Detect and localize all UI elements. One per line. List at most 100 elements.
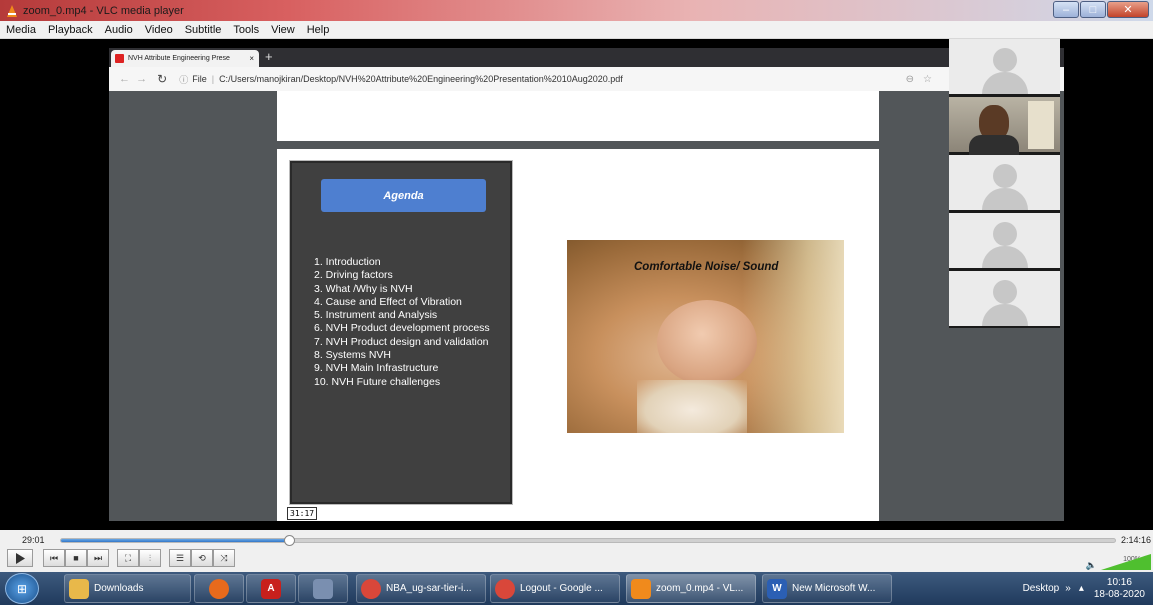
- taskbar-label: zoom_0.mp4 - VL...: [656, 583, 744, 594]
- taskbar-item-firefox[interactable]: [194, 574, 244, 603]
- menu-video[interactable]: Video: [139, 24, 179, 36]
- agenda-list: 1. Introduction 2. Driving factors 3. Wh…: [314, 256, 504, 389]
- taskbar-item-chrome-1[interactable]: NBA_ug-sar-tier-i...: [356, 574, 486, 603]
- window-controls: – □ ✕: [1052, 1, 1149, 18]
- clock[interactable]: 10:16 18-08-2020: [1094, 577, 1145, 601]
- seek-handle[interactable]: [283, 535, 295, 546]
- volume-slider[interactable]: [1101, 554, 1151, 570]
- previous-icon: ⏮: [49, 552, 59, 563]
- taskbar-label: Downloads: [94, 583, 144, 594]
- pdf-page-previous: [277, 91, 879, 141]
- maximize-button[interactable]: □: [1080, 1, 1106, 18]
- agenda-panel: Agenda 1. Introduction 2. Driving factor…: [289, 160, 513, 505]
- taskbar-label: Logout - Google ...: [520, 583, 603, 594]
- start-button[interactable]: ⊞: [5, 573, 39, 604]
- agenda-title: Agenda: [321, 179, 486, 212]
- chevron-icon[interactable]: »: [1065, 583, 1071, 594]
- acrobat-icon: A: [261, 578, 281, 599]
- clock-date: 18-08-2020: [1093, 588, 1145, 600]
- tab-title: NVH Attribute Engineering Prese: [128, 55, 230, 62]
- player-controls: 29:01 2:14:16 ⏮ ■ ⏭ ⛶ ⫶ ☰ ⟲ ⤨ 🔈 100%: [0, 530, 1153, 572]
- participant-strip: [949, 39, 1060, 328]
- list-item: 5. Instrument and Analysis: [314, 309, 438, 322]
- firefox-icon: [209, 578, 229, 599]
- control-buttons: ⏮ ■ ⏭ ⛶ ⫶ ☰ ⟲ ⤨: [7, 549, 235, 567]
- list-item: 2. Driving factors: [314, 269, 393, 282]
- elapsed-time: 29:01: [22, 535, 45, 545]
- next-icon: ⏭: [93, 552, 103, 563]
- video-area[interactable]: NVH Attribute Engineering Prese × + ← → …: [0, 39, 1153, 530]
- taskbar-item-tool[interactable]: [298, 574, 348, 603]
- taskbar: ⊞ Downloads A NBA_ug-sar-tier-i... Logou…: [0, 572, 1153, 605]
- list-item: 3. What /Why is NVH: [314, 282, 413, 295]
- list-item: 6. NVH Product development process: [314, 322, 490, 335]
- menu-view[interactable]: View: [265, 24, 301, 36]
- pdf-icon: [115, 54, 124, 63]
- menu-playback[interactable]: Playback: [42, 24, 99, 36]
- playlist-icon: ☰: [175, 552, 185, 563]
- stop-icon: ■: [73, 553, 79, 563]
- pdf-page-current: Agenda 1. Introduction 2. Driving factor…: [277, 149, 879, 521]
- shared-screen-browser: NVH Attribute Engineering Prese × + ← → …: [109, 48, 1064, 521]
- previous-button[interactable]: ⏮: [43, 549, 65, 567]
- play-icon: [16, 552, 25, 564]
- seek-time-tooltip: 31:17: [287, 507, 318, 520]
- menu-media[interactable]: Media: [0, 24, 42, 36]
- menu-tools[interactable]: Tools: [227, 24, 265, 36]
- windows-logo-icon: ⊞: [16, 581, 28, 596]
- participant-avatar: [949, 155, 1060, 210]
- folder-icon: [69, 578, 89, 599]
- sleeping-baby-image: Comfortable Noise/ Sound: [567, 240, 844, 433]
- menu-help[interactable]: Help: [301, 24, 336, 36]
- fullscreen-button[interactable]: ⛶: [117, 549, 139, 567]
- menu-subtitle[interactable]: Subtitle: [179, 24, 228, 36]
- playlist-button[interactable]: ☰: [169, 549, 191, 567]
- play-button[interactable]: [7, 549, 33, 567]
- taskbar-item-vlc[interactable]: zoom_0.mp4 - VL...: [626, 574, 756, 603]
- list-item: 10. NVH Future challenges: [314, 375, 441, 388]
- window-title: zoom_0.mp4 - VLC media player: [23, 4, 184, 17]
- taskbar-item-acrobat[interactable]: A: [246, 574, 296, 603]
- speaker-icon[interactable]: 🔈: [1086, 560, 1097, 571]
- participant-avatar: [949, 213, 1060, 268]
- pdf-viewer: Agenda 1. Introduction 2. Driving factor…: [109, 91, 1064, 521]
- chrome-icon: [495, 578, 515, 599]
- seek-progress: [61, 539, 289, 542]
- zoom-icon: ⊖: [905, 73, 914, 85]
- participant-avatar: [949, 39, 1060, 94]
- list-item: 4. Cause and Effect of Vibration: [314, 295, 462, 308]
- clock-time: 10:16: [1106, 576, 1132, 588]
- desktop-toolbar-label[interactable]: Desktop: [1023, 583, 1060, 594]
- minimize-button[interactable]: –: [1053, 1, 1079, 18]
- shuffle-button[interactable]: ⤨: [213, 549, 235, 567]
- total-time: 2:14:16: [1120, 535, 1151, 545]
- info-icon: ⓘ: [179, 74, 189, 85]
- file-label: File: [192, 74, 207, 84]
- browser-tab: NVH Attribute Engineering Prese ×: [111, 50, 259, 67]
- extended-settings-button[interactable]: ⫶: [139, 549, 161, 567]
- title-bar: zoom_0.mp4 - VLC media player – □ ✕: [0, 0, 1153, 21]
- vlc-icon: [631, 578, 651, 599]
- word-icon: W: [767, 578, 787, 599]
- taskbar-label: NBA_ug-sar-tier-i...: [386, 583, 472, 594]
- loop-button[interactable]: ⟲: [191, 549, 213, 567]
- tool-icon: [313, 578, 333, 599]
- taskbar-item-word[interactable]: W New Microsoft W...: [762, 574, 892, 603]
- list-item: 8. Systems NVH: [314, 349, 392, 362]
- url-text: C:/Users/manojkiran/Desktop/NVH%20Attrib…: [219, 74, 623, 84]
- stop-button[interactable]: ■: [65, 549, 87, 567]
- seek-bar[interactable]: [60, 535, 1116, 546]
- browser-tabstrip: NVH Attribute Engineering Prese × +: [109, 48, 1064, 67]
- tray-arrow-icon[interactable]: ▴: [1079, 583, 1084, 594]
- next-button[interactable]: ⏭: [87, 549, 109, 567]
- close-button[interactable]: ✕: [1107, 1, 1149, 18]
- participant-avatar: [949, 271, 1060, 326]
- taskbar-label: New Microsoft W...: [792, 583, 876, 594]
- menu-audio[interactable]: Audio: [99, 24, 139, 36]
- taskbar-item-chrome-2[interactable]: Logout - Google ...: [490, 574, 620, 603]
- taskbar-item-downloads[interactable]: Downloads: [64, 574, 191, 603]
- list-item: 7. NVH Product design and validation: [314, 335, 489, 348]
- reload-icon: ↻: [157, 72, 168, 86]
- star-icon: ☆: [923, 73, 932, 85]
- list-item: 9. NVH Main Infrastructure: [314, 362, 439, 375]
